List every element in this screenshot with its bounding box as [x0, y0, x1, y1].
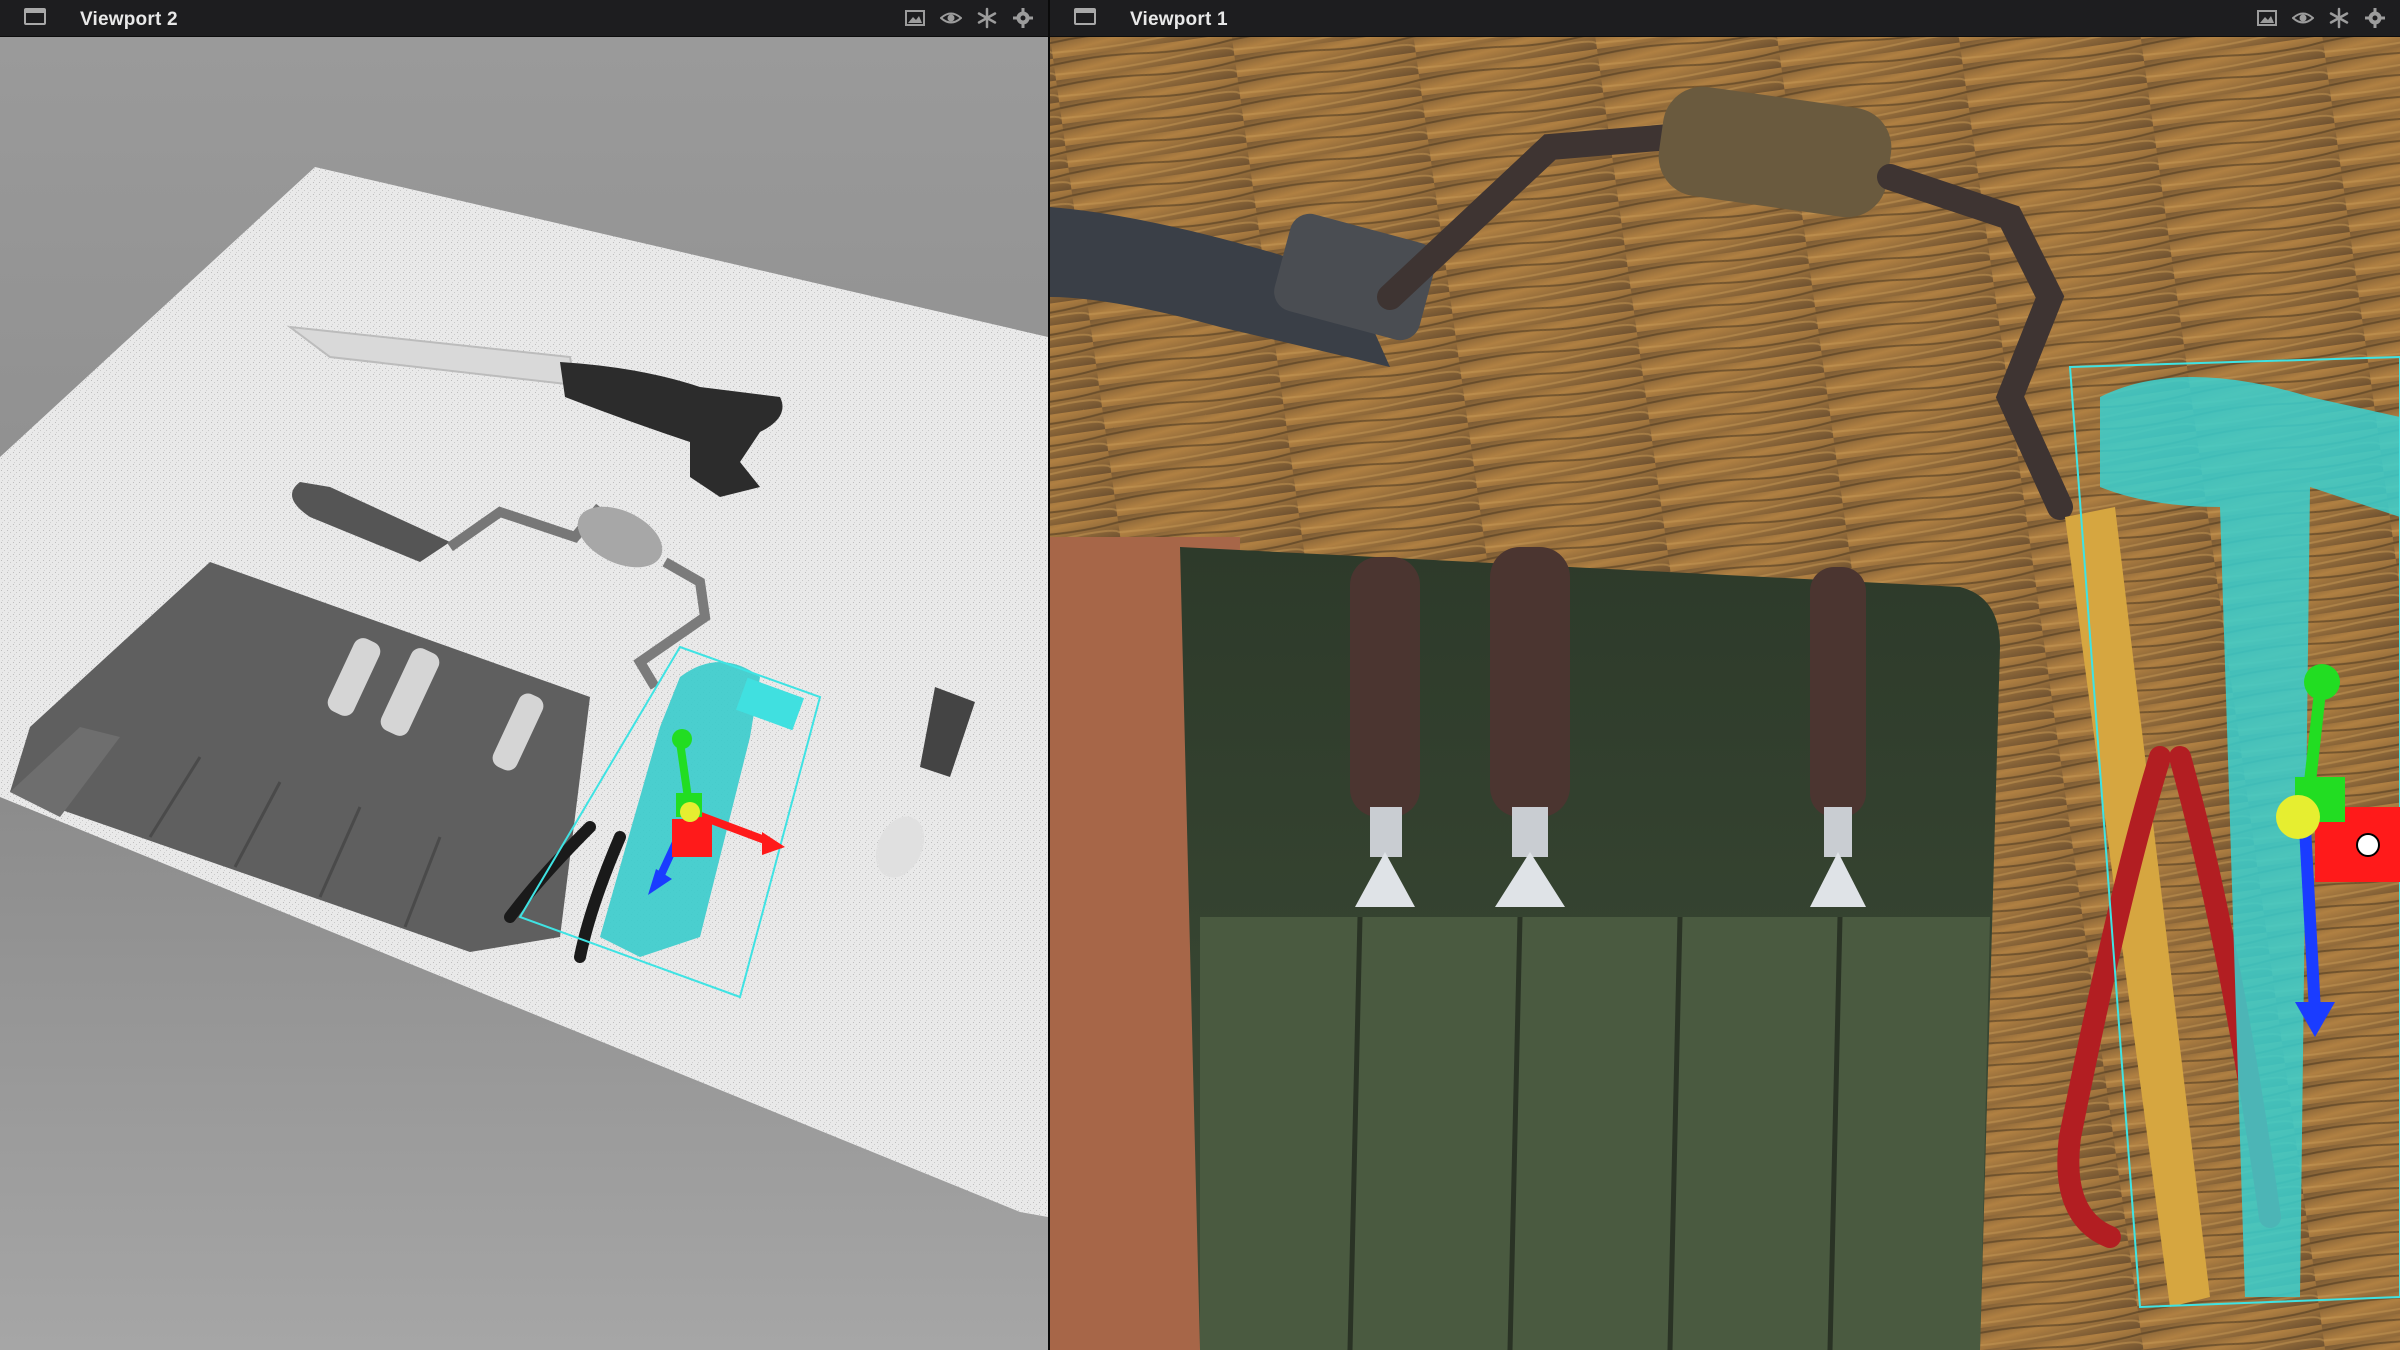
viewport-2-canvas[interactable] [0, 37, 1048, 1350]
image-icon[interactable] [902, 6, 928, 30]
image-icon[interactable] [2254, 6, 2280, 30]
viewport-1-canvas[interactable] [1050, 37, 2400, 1350]
viewport-1-header: Viewport 1 [1050, 0, 2400, 37]
viewport-1-scene [1050, 37, 2400, 1350]
gear-icon[interactable] [1010, 6, 1036, 30]
viewport-2-toolbar [902, 6, 1036, 30]
asterisk-icon[interactable] [974, 6, 1000, 30]
viewport-1[interactable]: Viewport 1 [1050, 0, 2400, 1350]
canvas-pockets [1200, 917, 1990, 1350]
viewport-2-title: Viewport 2 [80, 9, 178, 30]
panel-menu-icon[interactable] [24, 8, 46, 25]
viewport-2-header: Viewport 2 [0, 0, 1048, 37]
eye-icon[interactable] [938, 6, 964, 30]
viewport-2-scene [0, 37, 1048, 1350]
panel-menu-icon[interactable] [1074, 8, 1096, 25]
eye-icon[interactable] [2290, 6, 2316, 30]
gear-icon[interactable] [2362, 6, 2388, 30]
viewport-1-toolbar [2254, 6, 2388, 30]
viewport-1-title: Viewport 1 [1130, 9, 1228, 30]
viewport-2[interactable]: Viewport 2 [0, 0, 1048, 1350]
asterisk-icon[interactable] [2326, 6, 2352, 30]
